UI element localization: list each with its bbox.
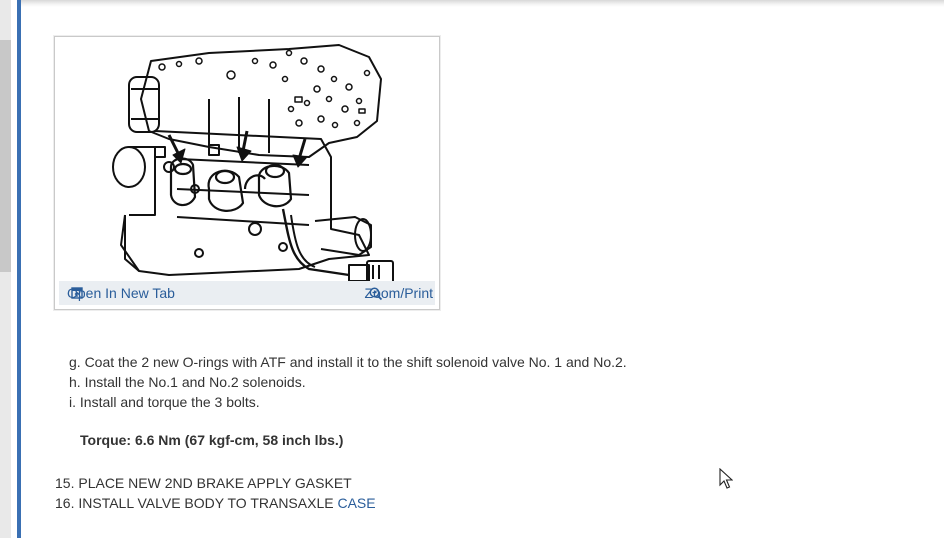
open-in-new-tab-label: Open In New Tab [67, 285, 175, 301]
open-in-new-tab-icon [71, 287, 83, 299]
figure-card: Open In New Tab Zoom/Print [54, 36, 440, 310]
mouse-pointer-icon [719, 468, 733, 489]
step-16-text: 16. INSTALL VALVE BODY TO TRANSAXLE [55, 495, 338, 511]
numbered-steps: 15. PLACE NEW 2ND BRAKE APPLY GASKET 16.… [55, 473, 376, 513]
left-scrollbar-thumb[interactable] [0, 40, 11, 272]
step-15: 15. PLACE NEW 2ND BRAKE APPLY GASKET [55, 475, 352, 491]
magnifier-icon [369, 287, 382, 301]
step-h: h. Install the No.1 and No.2 solenoids. [69, 374, 306, 390]
case-link[interactable]: CASE [337, 495, 375, 511]
header-shadow [21, 0, 944, 7]
zoom-print-link[interactable]: Zoom/Print [365, 285, 433, 301]
step-g: g. Coat the 2 new O-rings with ATF and i… [69, 354, 627, 370]
instruction-steps: g. Coat the 2 new O-rings with ATF and i… [69, 352, 627, 412]
step-16: 16. INSTALL VALVE BODY TO TRANSAXLE CASE [55, 493, 376, 513]
figure-toolbar: Open In New Tab Zoom/Print [59, 281, 435, 305]
torque-spec: Torque: 6.6 Nm (67 kgf-cm, 58 inch lbs.) [80, 432, 344, 448]
valve-body-illustration [112, 44, 394, 284]
step-i: i. Install and torque the 3 bolts. [69, 394, 260, 410]
content-accent-border [17, 0, 21, 538]
open-in-new-tab-link[interactable]: Open In New Tab [67, 285, 175, 301]
